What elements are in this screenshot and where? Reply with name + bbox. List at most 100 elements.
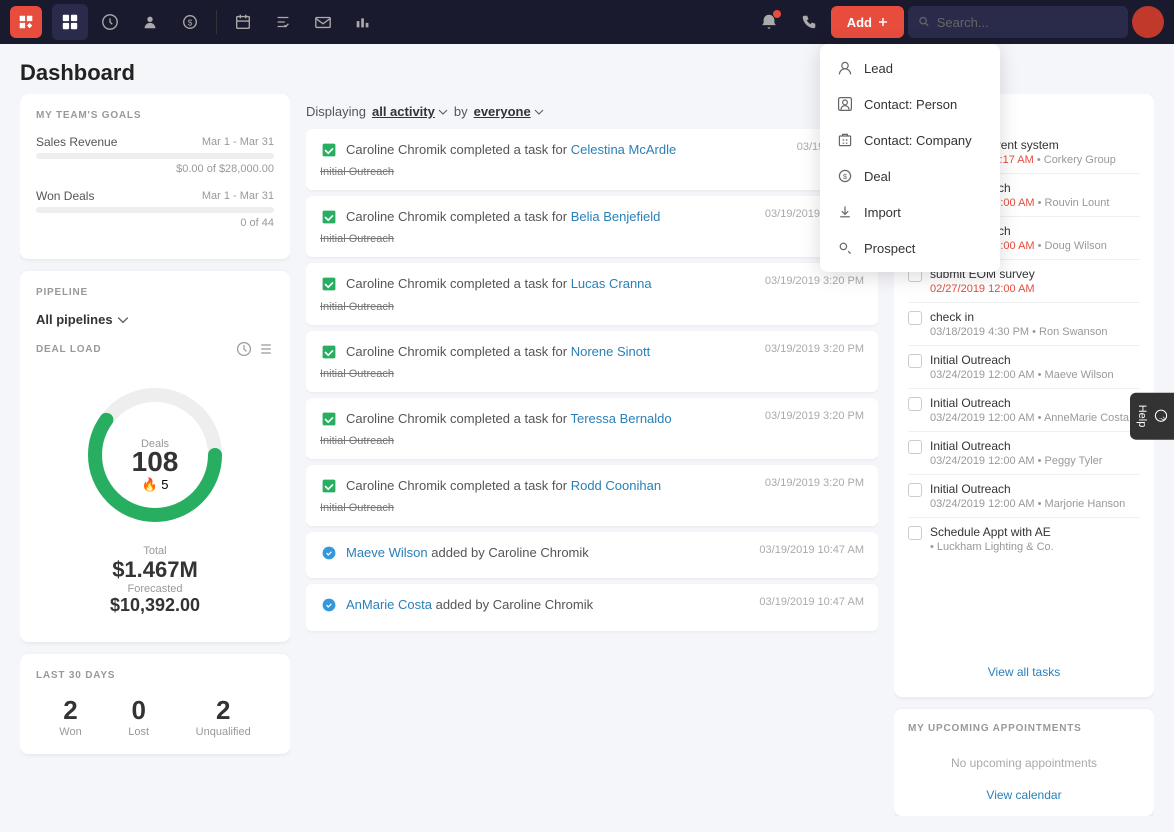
app-logo[interactable] <box>10 6 42 38</box>
view-calendar-button[interactable]: View calendar <box>908 780 1140 802</box>
activity-description: AnMarie Costa added by Caroline Chromik <box>346 596 593 614</box>
import-icon <box>836 203 854 221</box>
dropdown-item-prospect[interactable]: Prospect <box>820 230 1000 266</box>
activity-item: Maeve Wilson added by Caroline Chromik 0… <box>306 532 878 578</box>
check-icon <box>320 275 338 293</box>
contact-company-icon <box>836 131 854 149</box>
help-button[interactable]: ? Help <box>1130 393 1174 440</box>
list-icon[interactable] <box>258 341 274 357</box>
activity-time: 03/19/2019 10:47 AM <box>759 544 864 556</box>
task-content: Schedule Appt with AE • Luckham Lighting… <box>930 525 1140 553</box>
check-icon <box>320 208 338 226</box>
nav-deals[interactable]: $ <box>172 4 208 40</box>
stat-won-value: 2 <box>59 695 81 726</box>
task-meta: 03/18/2019 4:30 PM • Ron Swanson <box>930 326 1140 338</box>
activity-description: Caroline Chromik completed a task for Ce… <box>346 141 676 159</box>
svg-text:108: 108 <box>132 446 179 477</box>
pipeline-card: PIPELINE All pipelines DEAL LOAD <box>20 271 290 642</box>
svg-text:🔥 5: 🔥 5 <box>141 477 168 492</box>
task-checkbox-8[interactable] <box>908 483 922 497</box>
task-checkbox-4[interactable] <box>908 311 922 325</box>
goal-name-won: Won Deals <box>36 189 94 203</box>
svg-text:?: ? <box>1158 417 1165 421</box>
goal-bar-bg-won <box>36 207 274 213</box>
task-company: • AnneMarie Costa <box>1035 412 1129 424</box>
last30-card: LAST 30 DAYS 2 Won 0 Lost 2 Unqualified <box>20 654 290 754</box>
lead-icon <box>836 59 854 77</box>
pipeline-select[interactable]: All pipelines <box>36 312 274 327</box>
activity-person-link[interactable]: Maeve Wilson <box>346 545 428 560</box>
task-name: Initial Outreach <box>930 353 1140 367</box>
dropdown-item-deal[interactable]: $ Deal <box>820 158 1000 194</box>
activity-tag: Initial Outreach <box>320 233 394 245</box>
add-button[interactable]: Add <box>831 6 904 38</box>
task-checkbox-7[interactable] <box>908 440 922 454</box>
activity-contact-link[interactable]: Celestina McArdle <box>571 142 677 157</box>
task-checkbox-5[interactable] <box>908 354 922 368</box>
dropdown-item-import[interactable]: Import <box>820 194 1000 230</box>
activity-contact-link[interactable]: Belia Benjefield <box>571 209 661 224</box>
task-item: check in 03/18/2019 4:30 PM • Ron Swanso… <box>908 303 1140 346</box>
task-checkbox-6[interactable] <box>908 397 922 411</box>
nav-reports[interactable] <box>345 4 381 40</box>
search-input[interactable] <box>937 15 1118 30</box>
task-date: 02/27/2019 12:00 AM <box>930 283 1035 295</box>
pipeline-totals: Total $1.467M Forecasted $10,392.00 <box>110 545 200 616</box>
stat-lost-label: Lost <box>128 726 149 738</box>
activity-item: AnMarie Costa added by Caroline Chromik … <box>306 584 878 630</box>
activity-contact-link[interactable]: Teressa Bernaldo <box>570 411 671 426</box>
svg-text:$: $ <box>843 172 847 181</box>
activity-contact-link[interactable]: Norene Sinott <box>571 344 651 359</box>
task-content: check in 03/18/2019 4:30 PM • Ron Swanso… <box>930 310 1140 338</box>
filter-who-select[interactable]: everyone <box>474 104 544 119</box>
appointments-card: MY UPCOMING APPOINTMENTS No upcoming app… <box>894 709 1154 816</box>
goal-bar-bg-sales <box>36 153 274 159</box>
activity-description: Caroline Chromik completed a task for Ro… <box>346 477 661 495</box>
task-item: Initial Outreach 03/24/2019 12:00 AM • M… <box>908 475 1140 518</box>
nav-tasks[interactable] <box>265 4 301 40</box>
activity-item: Caroline Chromik completed a task for No… <box>306 331 878 392</box>
lead-label: Lead <box>864 61 893 76</box>
nav-calendar[interactable] <box>225 4 261 40</box>
nav-dashboard[interactable] <box>52 4 88 40</box>
nav-activity[interactable] <box>92 4 128 40</box>
task-item: Initial Outreach 03/24/2019 12:00 AM • A… <box>908 389 1140 432</box>
contact-company-label: Contact: Company <box>864 133 972 148</box>
dropdown-item-contact-company[interactable]: Contact: Company <box>820 122 1000 158</box>
task-company: • Luckham Lighting & Co. <box>930 541 1054 553</box>
task-meta: • Luckham Lighting & Co. <box>930 541 1140 553</box>
left-column: MY TEAM'S GOALS Sales Revenue Mar 1 - Ma… <box>20 94 290 816</box>
stat-unqualified: 2 Unqualified <box>196 695 251 738</box>
activity-item: Caroline Chromik completed a task for Lu… <box>306 263 878 324</box>
dropdown-item-lead[interactable]: Lead <box>820 50 1000 86</box>
avatar[interactable] <box>1132 6 1164 38</box>
task-item: Initial Outreach 03/24/2019 12:00 AM • P… <box>908 432 1140 475</box>
task-company: • Maeve Wilson <box>1035 369 1114 381</box>
dropdown-item-contact-person[interactable]: Contact: Person <box>820 86 1000 122</box>
activity-description: Caroline Chromik completed a task for No… <box>346 343 650 361</box>
notification-button[interactable] <box>751 4 787 40</box>
nav-email[interactable] <box>305 4 341 40</box>
task-checkbox-9[interactable] <box>908 526 922 540</box>
task-meta: 03/24/2019 12:00 AM • AnneMarie Costa <box>930 412 1140 424</box>
task-name: Schedule Appt with AE <box>930 525 1140 539</box>
activity-contact-link[interactable]: Lucas Cranna <box>571 276 652 291</box>
task-meta: 03/24/2019 12:00 AM • Marjorie Hanson <box>930 498 1140 510</box>
task-company: • Marjorie Hanson <box>1035 498 1126 510</box>
appointments-title: MY UPCOMING APPOINTMENTS <box>908 723 1140 734</box>
task-content: Initial Outreach 03/24/2019 12:00 AM • P… <box>930 439 1140 467</box>
stat-won-label: Won <box>59 726 81 738</box>
filter-type-select[interactable]: all activity <box>372 104 448 119</box>
activity-contact-link[interactable]: Rodd Coonihan <box>571 478 661 493</box>
stat-won: 2 Won <box>59 695 81 738</box>
chart-icon[interactable] <box>236 341 252 357</box>
activity-time: 03/19/2019 3:20 PM <box>765 477 864 489</box>
nav-contacts[interactable] <box>132 4 168 40</box>
phone-button[interactable] <box>791 4 827 40</box>
activity-person-link[interactable]: AnMarie Costa <box>346 597 432 612</box>
task-company: • Ron Swanson <box>1029 326 1107 338</box>
view-all-tasks-button[interactable]: View all tasks <box>908 655 1140 683</box>
goals-card: MY TEAM'S GOALS Sales Revenue Mar 1 - Ma… <box>20 94 290 259</box>
activity-item: Caroline Chromik completed a task for Ce… <box>306 129 878 190</box>
svg-text:$: $ <box>188 19 193 28</box>
